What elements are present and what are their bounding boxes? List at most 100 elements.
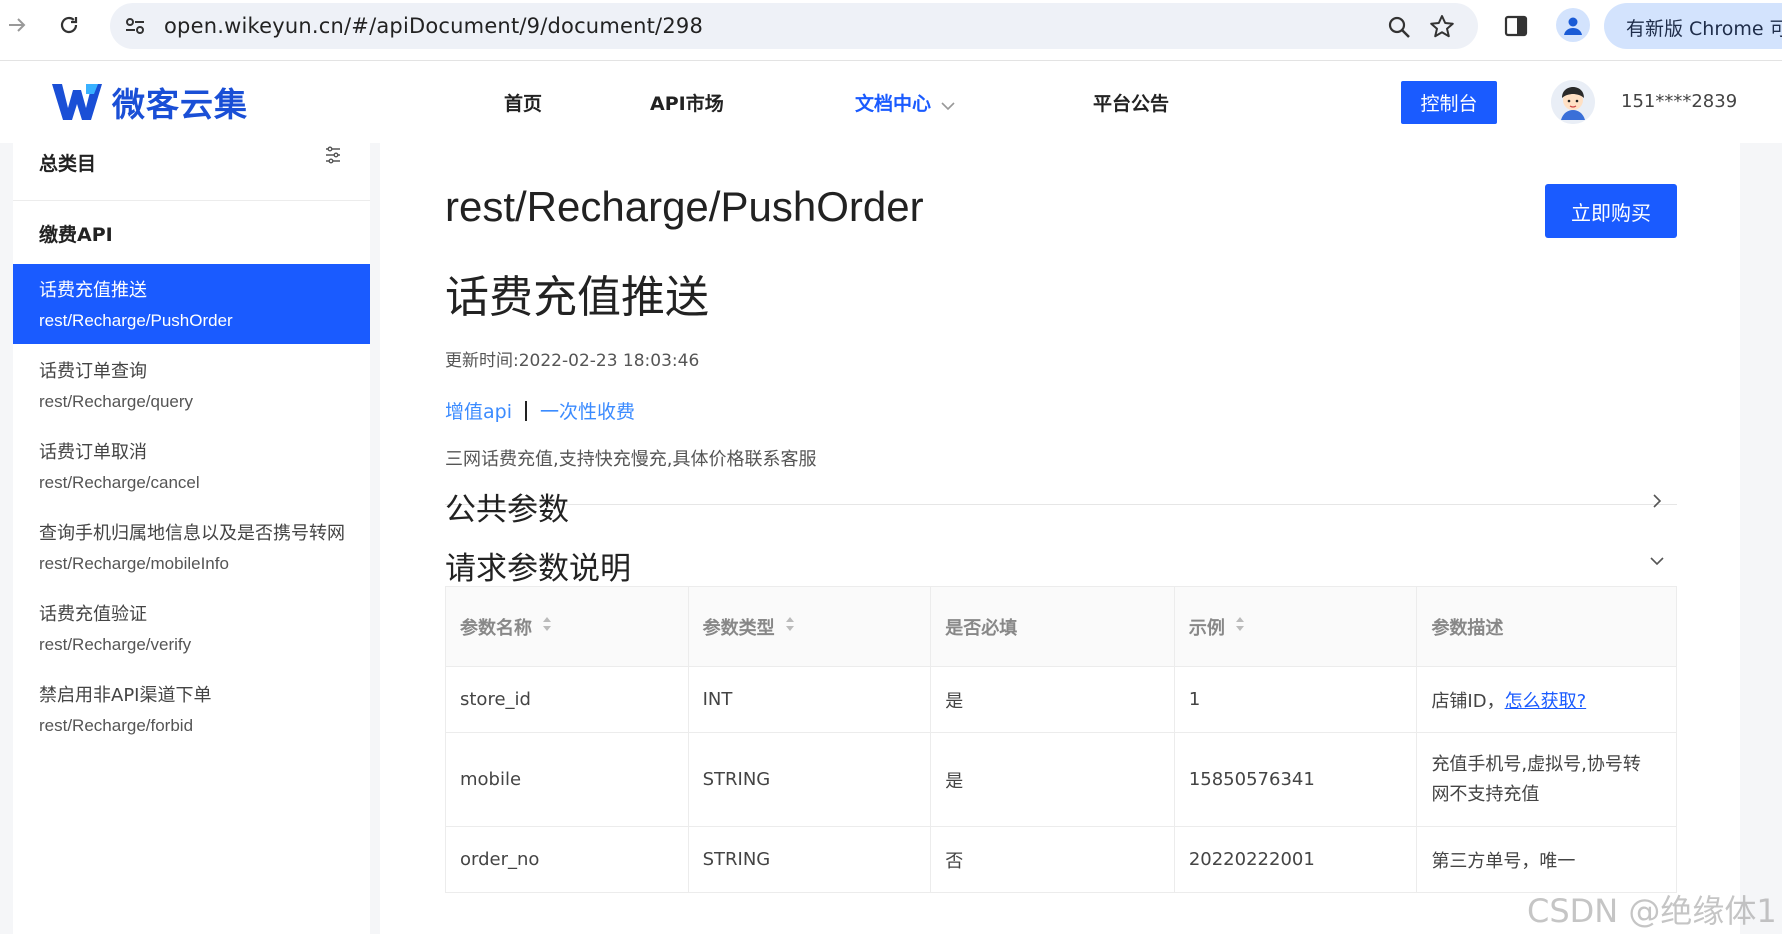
sidebar-item-en: rest/Recharge/PushOrder xyxy=(39,311,233,330)
sidebar-item-verify[interactable]: 话费充值验证 rest/Recharge/verify xyxy=(13,588,370,668)
sidebar-item-zh: 话费订单取消 xyxy=(39,442,147,463)
sort-icon[interactable] xyxy=(785,616,795,637)
table-row: store_id INT 是 1 店铺ID， 怎么获取? xyxy=(446,667,1676,733)
user-phone[interactable]: 151****2839 xyxy=(1621,91,1737,112)
cell-name: order_no xyxy=(446,827,689,892)
api-description: 三网话费充值,支持快充慢充,具体价格联系客服 xyxy=(445,449,817,470)
watermark: CSDN @绝缘体1 xyxy=(1527,892,1777,930)
cell-desc: 第三方单号，唯一 xyxy=(1431,850,1576,872)
filter-icon[interactable] xyxy=(323,145,343,165)
tag-value-added[interactable]: 增值api xyxy=(445,397,512,424)
nav-api-market[interactable]: API市场 xyxy=(650,89,724,116)
nav-docs[interactable]: 文档中心 xyxy=(855,89,955,116)
column-header-label: 是否必填 xyxy=(945,617,1018,639)
sidebar-item-pushorder[interactable]: 话费充值推送 rest/Recharge/PushOrder xyxy=(13,264,370,344)
cell-example: 15850576341 xyxy=(1175,733,1418,826)
sidebar-item-zh: 话费订单查询 xyxy=(39,361,147,382)
cell-desc: 店铺ID， 怎么获取? xyxy=(1417,667,1676,732)
sidebar-item-zh: 禁启用非API渠道下单 xyxy=(39,685,212,706)
how-to-get-link[interactable]: 怎么获取? xyxy=(1505,687,1587,713)
cell-desc: 充值手机号,虚拟号,协号转 网不支持充值 xyxy=(1417,733,1676,826)
nav-home[interactable]: 首页 xyxy=(504,89,542,116)
url-text: open.wikeyun.cn/#/apiDocument/9/document… xyxy=(164,14,703,38)
section-public-params[interactable]: 公共参数 xyxy=(445,484,569,529)
column-header-label: 参数名称 xyxy=(460,617,532,639)
main-content: rest/Recharge/PushOrder 立即购买 话费充值推送 更新时间… xyxy=(380,143,1740,934)
cell-required: 否 xyxy=(931,827,1175,892)
cell-desc-text: 店铺ID， xyxy=(1431,690,1505,712)
column-header-name[interactable]: 参数名称 xyxy=(446,587,689,666)
cell-name: mobile xyxy=(446,733,689,826)
group-title: 缴费API xyxy=(39,224,113,246)
page-title: 话费充值推送 xyxy=(445,272,709,323)
cell-type: INT xyxy=(689,667,932,732)
sidebar-item-zh: 话费充值推送 xyxy=(39,280,147,301)
sidebar-item-en: rest/Recharge/query xyxy=(39,392,194,411)
site-header: 微客云集 首页 API市场 文档中心 平台公告 控制台 151****2839 xyxy=(0,61,1782,143)
sidebar-item-en: rest/Recharge/mobileInfo xyxy=(39,554,229,573)
cell-required: 是 xyxy=(931,667,1175,732)
console-button[interactable]: 控制台 xyxy=(1401,81,1497,124)
sidebar-item-en: rest/Recharge/forbid xyxy=(39,716,194,735)
column-header-label: 示例 xyxy=(1188,617,1225,639)
cell-example: 1 xyxy=(1175,667,1418,732)
nav-docs-label: 文档中心 xyxy=(855,93,932,115)
sidebar-item-forbid[interactable]: 禁启用非API渠道下单 rest/Recharge/forbid xyxy=(13,669,370,749)
updated-time: 更新时间:2022-02-23 18:03:46 xyxy=(445,351,700,371)
sidebar-item-en: rest/Recharge/cancel xyxy=(39,473,200,492)
cell-example: 20220222001 xyxy=(1175,827,1418,892)
sidebar-item-zh: 查询手机归属地信息以及是否携号转网 xyxy=(39,523,345,544)
column-header-desc: 参数描述 xyxy=(1417,587,1677,666)
table-row: order_no STRING 否 20220222001 第三方单号，唯一 xyxy=(446,827,1676,893)
column-header-type[interactable]: 参数类型 xyxy=(688,587,932,666)
chevron-down-icon xyxy=(941,94,955,116)
params-table: 参数名称 参数类型 是否必填 示例 参数描述 store_id INT 是 1 xyxy=(445,586,1677,893)
chevron-right-icon[interactable] xyxy=(1648,492,1666,510)
chevron-down-icon[interactable] xyxy=(1648,552,1666,570)
cell-required: 是 xyxy=(931,733,1175,826)
reload-icon[interactable] xyxy=(52,8,86,42)
nav-announcements[interactable]: 平台公告 xyxy=(1093,89,1169,116)
category-header: 总类目 xyxy=(13,143,370,201)
logo[interactable]: 微客云集 xyxy=(50,78,248,126)
column-header-label: 参数类型 xyxy=(702,617,775,639)
sort-icon[interactable] xyxy=(1235,616,1245,637)
cell-name: store_id xyxy=(446,667,689,732)
cell-desc-line: 网不支持充值 xyxy=(1431,783,1540,805)
browser-toolbar: open.wikeyun.cn/#/apiDocument/9/document… xyxy=(0,0,1782,61)
sidebar-item-zh: 话费充值验证 xyxy=(39,604,147,625)
chrome-update-button[interactable]: 有新版 Chrome 可用 xyxy=(1604,3,1782,49)
sort-icon[interactable] xyxy=(542,616,552,637)
column-header-required: 是否必填 xyxy=(931,587,1175,666)
bookmark-star-icon[interactable] xyxy=(1428,13,1456,41)
address-bar[interactable]: open.wikeyun.cn/#/apiDocument/9/document… xyxy=(110,3,1478,49)
buy-now-button[interactable]: 立即购买 xyxy=(1545,184,1677,238)
section-request-params[interactable]: 请求参数说明 xyxy=(445,543,631,588)
column-header-label: 参数描述 xyxy=(1431,617,1504,639)
table-row: mobile STRING 是 15850576341 充值手机号,虚拟号,协号… xyxy=(446,733,1676,827)
table-header-row: 参数名称 参数类型 是否必填 示例 参数描述 xyxy=(446,587,1677,667)
avatar[interactable] xyxy=(1551,80,1595,124)
cell-type: STRING xyxy=(689,827,932,892)
tag-one-time-fee[interactable]: 一次性收费 xyxy=(540,397,635,424)
sidebar-item-mobileinfo[interactable]: 查询手机归属地信息以及是否携号转网 rest/Recharge/mobileIn… xyxy=(13,507,370,587)
logo-text: 微客云集 xyxy=(112,85,248,124)
sidebar-item-en: rest/Recharge/verify xyxy=(39,635,192,654)
zoom-icon[interactable] xyxy=(1386,14,1412,40)
tag-list: 增值api 一次性收费 xyxy=(445,397,635,424)
forward-icon[interactable] xyxy=(0,8,34,42)
side-panel-icon[interactable] xyxy=(1502,12,1530,40)
divider xyxy=(445,504,1677,505)
cell-type: STRING xyxy=(689,733,932,826)
column-header-example[interactable]: 示例 xyxy=(1174,587,1418,666)
cell-desc-line: 充值手机号,虚拟号,协号转 xyxy=(1431,753,1641,775)
tag-separator xyxy=(524,400,527,421)
category-title: 总类目 xyxy=(39,153,97,175)
site-info-icon[interactable] xyxy=(124,15,146,37)
profile-icon[interactable] xyxy=(1556,8,1590,42)
sidebar-item-query[interactable]: 话费订单查询 rest/Recharge/query xyxy=(13,345,370,425)
logo-mark-icon xyxy=(52,84,102,120)
sidebar: 总类目 缴费API 话费充值推送 rest/Recharge/PushOrder… xyxy=(13,143,370,934)
api-path: rest/Recharge/PushOrder xyxy=(445,183,924,230)
sidebar-item-cancel[interactable]: 话费订单取消 rest/Recharge/cancel xyxy=(13,426,370,506)
